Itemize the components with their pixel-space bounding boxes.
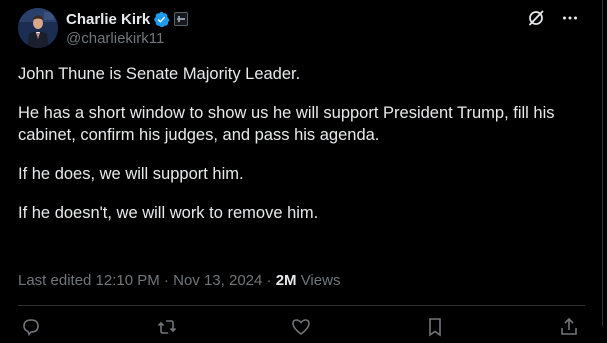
bookmark-icon[interactable] bbox=[424, 316, 446, 338]
tweet-date[interactable]: Nov 13, 2024 bbox=[173, 272, 262, 289]
author-names: Charlie Kirk @charliekirk11 bbox=[66, 9, 189, 47]
meta-separator: · bbox=[262, 272, 276, 289]
top-actions bbox=[526, 8, 580, 28]
divider bbox=[18, 305, 585, 306]
tweet-card: Charlie Kirk @charliekirk11 John Thune i… bbox=[0, 0, 603, 337]
tweet-text: John Thune is Senate Majority Leader. He… bbox=[18, 63, 588, 241]
reply-icon[interactable] bbox=[20, 316, 42, 338]
views-count[interactable]: 2M bbox=[276, 272, 297, 289]
like-icon[interactable] bbox=[290, 316, 312, 338]
repost-icon[interactable] bbox=[156, 316, 178, 338]
tweet-paragraph: John Thune is Senate Majority Leader. bbox=[18, 65, 301, 83]
affiliate-badge-icon[interactable] bbox=[174, 12, 189, 26]
share-icon[interactable] bbox=[558, 316, 580, 338]
author-display-name[interactable]: Charlie Kirk bbox=[66, 11, 150, 28]
tweet-meta: Last edited 12:10 PM · Nov 13, 2024 · 2M… bbox=[18, 272, 340, 289]
author-name-row: Charlie Kirk bbox=[66, 9, 189, 29]
meta-separator: · bbox=[159, 272, 174, 289]
tweet-paragraph: If he doesn't, we will work to remove hi… bbox=[18, 204, 319, 222]
grok-icon[interactable] bbox=[526, 8, 546, 28]
action-bar bbox=[18, 316, 585, 338]
tweet-paragraph: He has a short window to show us he will… bbox=[18, 104, 555, 144]
last-edited-link[interactable]: Last edited 12:10 PM bbox=[18, 272, 160, 289]
avatar[interactable] bbox=[18, 8, 58, 48]
views-label: Views bbox=[296, 272, 341, 289]
tweet-header: Charlie Kirk @charliekirk11 bbox=[18, 8, 189, 48]
tweet-paragraph: If he does, we will support him. bbox=[18, 165, 244, 183]
author-handle[interactable]: @charliekirk11 bbox=[66, 30, 188, 47]
verified-badge-icon[interactable] bbox=[153, 11, 170, 28]
more-options-icon[interactable] bbox=[560, 8, 580, 28]
